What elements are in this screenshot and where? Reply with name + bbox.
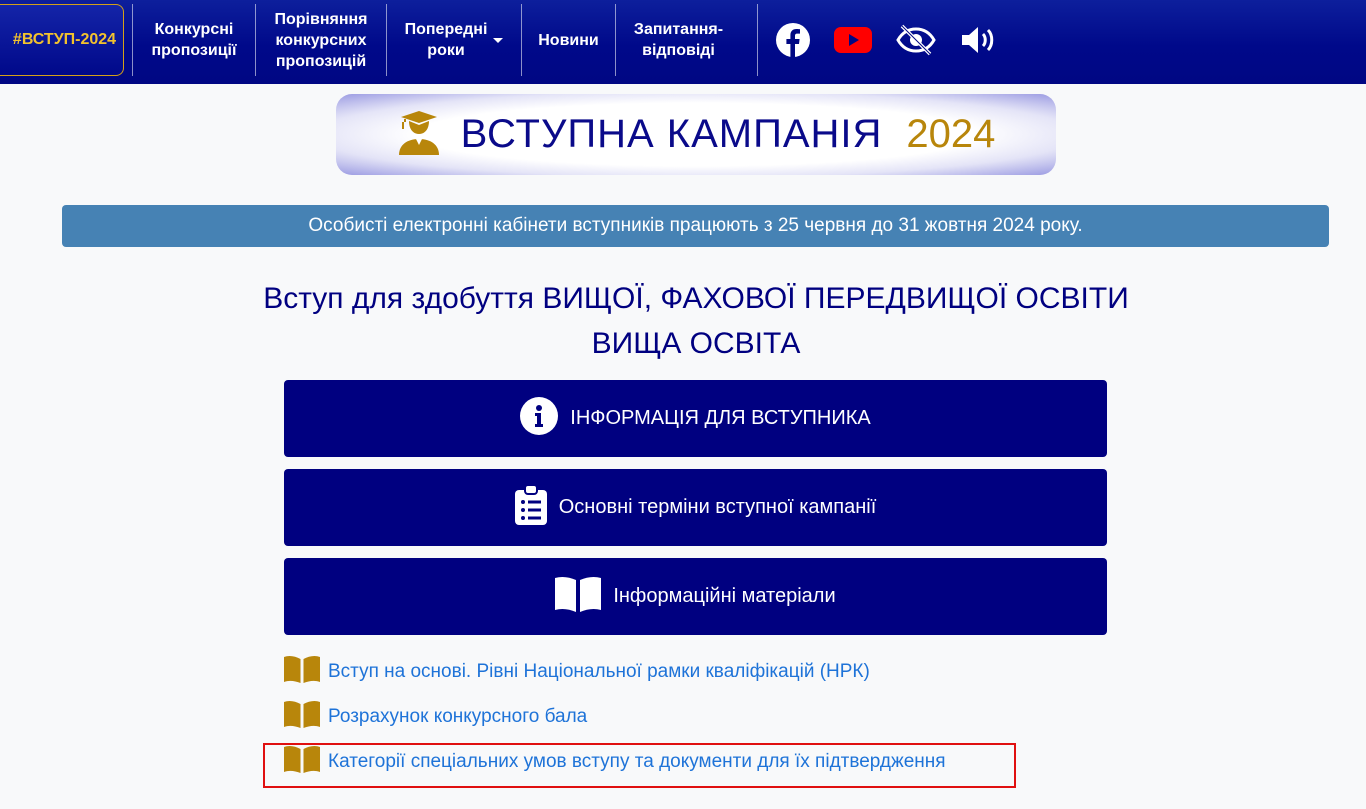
nav-previous-years-label: Попередні роки bbox=[404, 21, 488, 59]
book-icon bbox=[555, 576, 602, 618]
youtube-icon[interactable] bbox=[834, 26, 872, 54]
facebook-icon[interactable] bbox=[776, 23, 810, 57]
link-score-calculation[interactable]: Розрахунок конкурсного бала bbox=[284, 700, 588, 734]
chevron-down-icon bbox=[493, 37, 504, 43]
clipboard-list-icon bbox=[514, 483, 547, 531]
nav-news[interactable]: Новини bbox=[521, 4, 615, 76]
low-vision-icon[interactable] bbox=[896, 24, 936, 56]
campaign-banner: ВСТУПНА КАМПАНІЯ 2024 bbox=[336, 94, 1056, 175]
link-score-calculation-label: Розрахунок конкурсного бала bbox=[328, 706, 588, 727]
graduate-icon bbox=[397, 109, 441, 160]
info-icon bbox=[520, 396, 559, 441]
cabinet-alert: Особисті електронні кабінети вступників … bbox=[62, 205, 1329, 247]
link-nrk-levels-label: Вступ на основі. Рівні Національної рамк… bbox=[328, 661, 870, 682]
section-heading: Вступ для здобуття ВИЩОЇ, ФАХОВОЇ ПЕРЕДВ… bbox=[263, 282, 1129, 315]
brand-link[interactable]: #ВСТУП-2024 bbox=[0, 4, 124, 76]
link-special-conditions-label: Категорії спеціальних умов вступу та док… bbox=[328, 751, 946, 772]
sound-icon[interactable] bbox=[960, 25, 1000, 55]
key-dates-label: Основні терміни вступної кампанії bbox=[558, 496, 877, 518]
nav-previous-years[interactable]: Попередні роки bbox=[386, 4, 521, 76]
banner-year: 2024 bbox=[906, 112, 996, 156]
book-icon bbox=[284, 700, 320, 734]
info-materials-button[interactable]: Інформаційні матеріали bbox=[284, 558, 1107, 635]
nav-faq[interactable]: Запитання- відповіді bbox=[615, 4, 741, 76]
link-special-conditions[interactable]: Категорії спеціальних умов вступу та док… bbox=[284, 745, 946, 779]
top-navbar: #ВСТУП-2024 Конкурсні пропозиції Порівня… bbox=[0, 0, 1366, 84]
applicant-info-button[interactable]: ІНФОРМАЦІЯ ДЛЯ ВСТУПНИКА bbox=[284, 380, 1107, 457]
section-subheading: ВИЩА ОСВІТА bbox=[591, 327, 801, 360]
book-icon bbox=[284, 745, 320, 779]
key-dates-button[interactable]: Основні терміни вступної кампанії bbox=[284, 469, 1107, 546]
applicant-info-label: ІНФОРМАЦІЯ ДЛЯ ВСТУПНИКА bbox=[570, 407, 871, 429]
nav-compare-offers[interactable]: Порівняння конкурсних пропозицій bbox=[255, 4, 386, 76]
book-icon bbox=[284, 655, 320, 689]
banner-title: ВСТУПНА КАМПАНІЯ bbox=[460, 112, 883, 156]
link-nrk-levels[interactable]: Вступ на основі. Рівні Національної рамк… bbox=[284, 655, 870, 689]
info-materials-label: Інформаційні матеріали bbox=[613, 585, 836, 607]
nav-competitive-offers[interactable]: Конкурсні пропозиції bbox=[132, 4, 255, 76]
social-icons bbox=[757, 4, 1000, 76]
